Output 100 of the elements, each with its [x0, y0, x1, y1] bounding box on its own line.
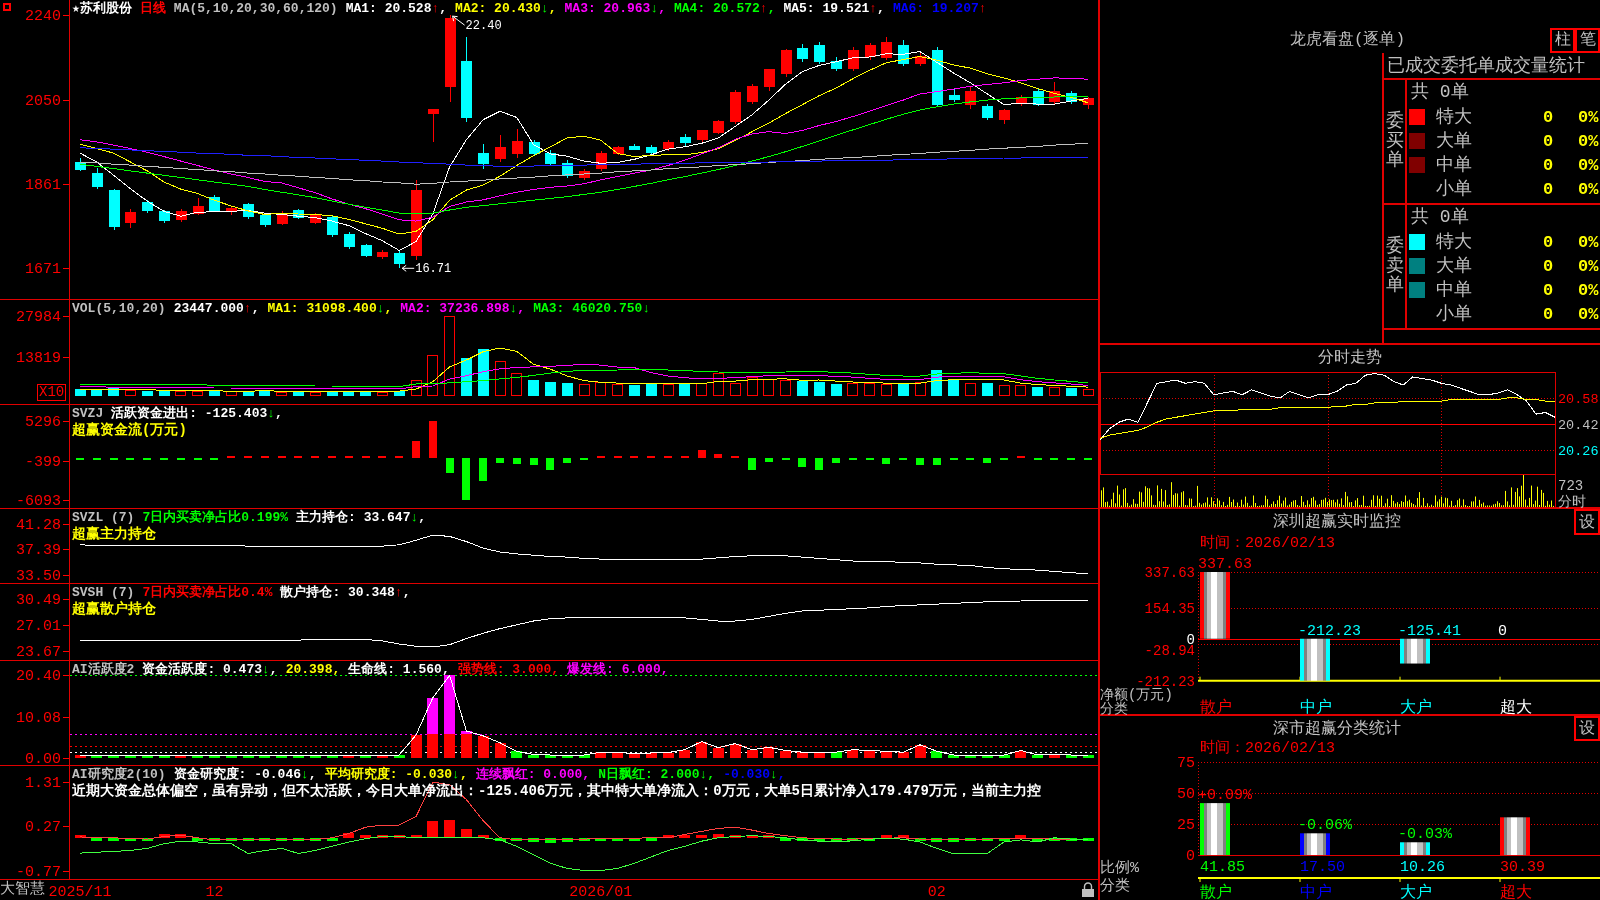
category-label: 超大 — [1500, 884, 1532, 900]
bar-value-label: 17.50 — [1300, 859, 1345, 876]
legend-text: 强势线: 3.000, — [457, 662, 560, 677]
price-extreme-label: 16.71 — [415, 262, 452, 277]
category-label: 散户 — [1200, 699, 1232, 717]
axis-tick-label: 20.40 — [16, 668, 61, 686]
settings-button[interactable]: 设 — [1574, 509, 1600, 535]
candle — [243, 202, 254, 220]
legend-text: MA1: 20.528↑, — [345, 1, 448, 16]
bar-value-label: -212.23 — [1298, 622, 1361, 640]
axis-tick-label: 41.28 — [16, 517, 61, 535]
price-extreme-label: 22.40 — [465, 19, 502, 34]
legend-text: 超赢散户持仓 — [72, 600, 156, 618]
legend-text: ★苏利股份 — [72, 1, 132, 16]
axis-title: 比例% — [1100, 860, 1139, 877]
bar-value-label: 41.85 — [1200, 859, 1245, 876]
legend-text: AI活跃度2 — [72, 662, 135, 677]
candle — [361, 243, 372, 258]
axis-tick-label: 30.49 — [16, 591, 61, 609]
change-label: -0.06% — [1298, 817, 1352, 835]
legend-text: MA4: 20.572↑, — [674, 1, 776, 16]
legend-text: 资金活跃度: 0.473↓, — [142, 662, 278, 677]
order-count: 0 — [1541, 131, 1555, 151]
candle — [260, 212, 271, 228]
candle — [898, 39, 909, 67]
unit-label: X10 — [37, 384, 67, 401]
order-size-label: 大单 — [1435, 255, 1473, 278]
legend-text: 7日内买卖净占比0.4% — [142, 585, 273, 600]
legend-text: 平均研究度: -0.030↓, — [324, 767, 468, 782]
bar-value-label: 30.39 — [1500, 859, 1545, 876]
axis-tick-label: 37.39 — [16, 542, 61, 560]
legend-text: 主力持仓: 33.647↓, — [296, 510, 427, 525]
group-total: 共 0单 — [1410, 206, 1470, 229]
settings-button[interactable]: 设 — [1574, 716, 1600, 741]
view-toggle-button[interactable]: 笔 — [1575, 28, 1600, 53]
timestamp-text: 时间：2026/02/13 — [1199, 741, 1336, 757]
category-label: 大户 — [1400, 699, 1432, 717]
net-amount-bar — [1400, 638, 1430, 664]
axis-tick-label: 5296 — [25, 414, 61, 432]
legend-text: 活跃资金进出: -125.403↓, — [111, 406, 283, 421]
legend-text: 超赢资金流(万元) — [72, 421, 187, 439]
order-size-label: 小单 — [1435, 303, 1473, 326]
legend-text: MA3: 46020.750↓ — [533, 301, 651, 316]
axis-tick-label: 1.31 — [25, 775, 61, 793]
square-icon — [3, 3, 11, 11]
axis-tick-label: 1671 — [25, 261, 61, 279]
candle — [1083, 96, 1094, 110]
candle — [965, 85, 976, 110]
legend-text: 超赢主力持仓 — [72, 525, 156, 543]
axis-tick-label: 23.67 — [16, 644, 61, 662]
candle — [932, 46, 943, 107]
candle — [915, 52, 926, 67]
order-share: 0% — [1577, 256, 1600, 276]
candle — [142, 199, 153, 214]
axis-tick-label: 20.58 — [1558, 391, 1599, 407]
category-label: 超大 — [1500, 699, 1532, 717]
candle — [545, 149, 556, 166]
lock-icon — [1082, 882, 1094, 897]
axis-tick-label: -399 — [25, 453, 61, 471]
candle — [428, 108, 439, 143]
candle — [125, 208, 136, 229]
order-count: 0 — [1541, 107, 1555, 127]
order-share: 0% — [1577, 232, 1600, 252]
axis-tick-label: 337.63 — [1144, 565, 1195, 581]
candle — [579, 168, 590, 181]
legend-text: 连续飘红: 0.000, — [475, 767, 591, 782]
axis-tick-label: 27984 — [16, 309, 61, 327]
axis-tick-label: 154.35 — [1144, 601, 1195, 618]
candle — [1016, 94, 1027, 107]
order-count: 0 — [1541, 232, 1555, 252]
legend-text: MA5: 19.521↑, — [783, 1, 885, 16]
candle — [596, 150, 607, 172]
candle — [478, 143, 489, 170]
candle — [1033, 88, 1044, 107]
axis-tick-label: 25 — [1177, 817, 1195, 834]
axis-tick-label: 75 — [1177, 755, 1195, 772]
bar-value-label: -125.41 — [1398, 622, 1461, 640]
axis-title: 分类 — [1100, 701, 1128, 717]
candle — [797, 43, 808, 63]
order-size-label: 特大 — [1435, 231, 1473, 254]
group-label: 委买单 — [1385, 111, 1404, 172]
category-label: 大户 — [1400, 884, 1432, 900]
bar-value-label: 10.26 — [1400, 859, 1445, 876]
legend-text: MA1: 31098.400↓, — [267, 301, 393, 316]
order-share: 0% — [1577, 107, 1600, 127]
order-share: 0% — [1577, 155, 1600, 175]
legend-text: MA2: 20.430↓, — [455, 1, 557, 16]
candle — [327, 214, 338, 238]
order-count: 0 — [1541, 280, 1555, 300]
legend-text: 爆发线: 6.000, — [567, 662, 669, 677]
timestamp-text: 时间：2026/02/13 — [1199, 535, 1336, 552]
candle — [646, 144, 657, 155]
candle — [949, 88, 960, 103]
candle — [747, 83, 758, 105]
view-toggle-button[interactable]: 柱 — [1550, 28, 1575, 53]
legend-text: 散户持仓: 30.348↑, — [280, 585, 411, 600]
legend-text: 23447.000↑, — [173, 301, 260, 316]
bar-value-label: 0 — [1498, 622, 1507, 640]
pointer-arrow-icon — [452, 15, 466, 26]
net-amount-bar — [1300, 638, 1330, 681]
